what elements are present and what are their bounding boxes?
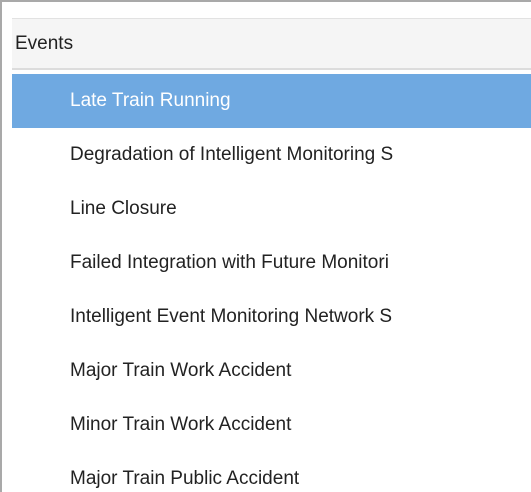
events-header-label: Events bbox=[15, 32, 74, 54]
events-column-header[interactable]: Events bbox=[12, 18, 531, 70]
list-item-label: Line Closure bbox=[70, 198, 177, 219]
list-item[interactable]: Minor Train Work Accident bbox=[12, 398, 531, 452]
list-item-label: Failed Integration with Future Monitori bbox=[70, 252, 389, 273]
list-item[interactable]: Major Train Public Accident bbox=[12, 452, 531, 492]
list-item-label: Intelligent Event Monitoring Network S bbox=[70, 306, 393, 327]
events-list: Late Train Running Degradation of Intell… bbox=[12, 74, 531, 492]
list-item-label: Late Train Running bbox=[70, 90, 231, 111]
list-item-label: Major Train Work Accident bbox=[70, 360, 292, 381]
list-item-label: Degradation of Intelligent Monitoring S bbox=[70, 144, 394, 165]
list-item-label: Major Train Public Accident bbox=[70, 468, 300, 489]
list-item[interactable]: Line Closure bbox=[12, 182, 531, 236]
list-item[interactable]: Failed Integration with Future Monitori bbox=[12, 236, 531, 290]
list-item[interactable]: Intelligent Event Monitoring Network S bbox=[12, 290, 531, 344]
list-item[interactable]: Late Train Running bbox=[12, 74, 531, 128]
list-item[interactable]: Degradation of Intelligent Monitoring S bbox=[12, 128, 531, 182]
list-item-label: Minor Train Work Accident bbox=[70, 414, 292, 435]
events-panel: Events Late Train Running Degradation of… bbox=[0, 0, 531, 492]
list-item[interactable]: Major Train Work Accident bbox=[12, 344, 531, 398]
